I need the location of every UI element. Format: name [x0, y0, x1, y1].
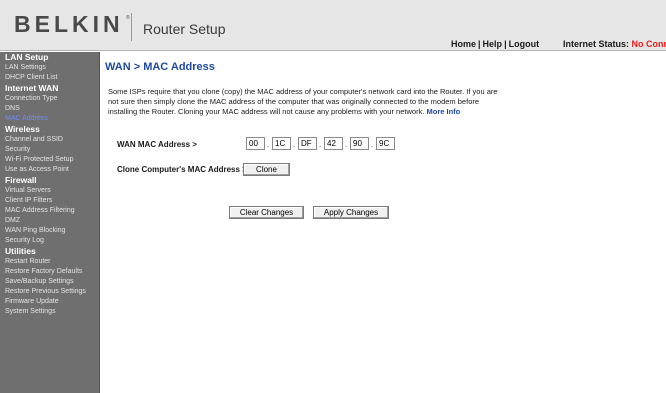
- status-label: Internet Status:: [563, 39, 630, 49]
- clone-button[interactable]: Clone: [243, 163, 290, 176]
- sidebar-item-security-log[interactable]: Security Log: [0, 236, 99, 246]
- sidebar-item-dhcp-client-list[interactable]: DHCP Client List: [0, 73, 99, 83]
- sidebar-item-restore-factory-defaults[interactable]: Restore Factory Defaults: [0, 267, 99, 277]
- sidebar-nav: LAN Setup LAN Settings DHCP Client List Int…: [0, 52, 100, 393]
- more-info-link[interactable]: More Info: [427, 107, 461, 116]
- link-separator: |: [478, 39, 481, 49]
- apply-changes-button[interactable]: Apply Changes: [313, 206, 389, 219]
- wan-mac-label: WAN MAC Address >: [117, 140, 197, 149]
- sidebar-item-firmware-update[interactable]: Firmware Update: [0, 297, 99, 307]
- sidebar-item-security[interactable]: Security: [0, 145, 99, 155]
- mac-separator: .: [345, 140, 348, 149]
- clear-changes-button[interactable]: Clear Changes: [229, 206, 304, 219]
- header-links: Home | Help | Logout: [451, 39, 539, 49]
- sidebar-item-mac-address-filtering[interactable]: MAC Address Filtering: [0, 206, 99, 216]
- belkin-logo: BELKIN: [14, 11, 124, 37]
- sidebar-item-dmz[interactable]: DMZ: [0, 216, 99, 226]
- sidebar-item-wi-fi-protected-setup[interactable]: Wi-Fi Protected Setup: [0, 155, 99, 165]
- sidebar-item-mac-address[interactable]: MAC Address: [0, 114, 99, 124]
- app-title: Router Setup: [143, 21, 226, 37]
- sidebar-item-restore-previous-settings[interactable]: Restore Previous Settings: [0, 287, 99, 297]
- sidebar-section-utilities: Utilities: [5, 246, 36, 256]
- intro-text: Some ISPs require that you clone (copy) …: [108, 87, 508, 117]
- sidebar-item-wan-ping-blocking[interactable]: WAN Ping Blocking: [0, 226, 99, 236]
- sidebar-item-connection-type[interactable]: Connection Type: [0, 94, 99, 104]
- mac-separator: .: [293, 140, 296, 149]
- sidebar-item-lan-settings[interactable]: LAN Settings: [0, 63, 99, 73]
- sidebar-item-channel-and-ssid[interactable]: Channel and SSID: [0, 135, 99, 145]
- clone-mac-label: Clone Computer's MAC Address >: [117, 165, 247, 174]
- mac-separator: .: [319, 140, 322, 149]
- sidebar-section-wireless: Wireless: [5, 124, 40, 134]
- mac-separator: .: [371, 140, 374, 149]
- home-link[interactable]: Home: [451, 39, 476, 49]
- mac-separator: .: [267, 140, 270, 149]
- page-title: WAN > MAC Address: [105, 61, 215, 73]
- mac-octet-4-input[interactable]: 42: [324, 137, 343, 150]
- sidebar-section-lan-setup: LAN Setup: [5, 52, 49, 62]
- registered-mark: ®: [126, 15, 130, 21]
- mac-octet-5-input[interactable]: 90: [350, 137, 369, 150]
- status-value: No Connection: [631, 39, 666, 49]
- mac-octet-2-input[interactable]: 1C: [272, 137, 291, 150]
- header-divider: [131, 13, 132, 41]
- sidebar-item-use-as-access-point[interactable]: Use as Access Point: [0, 165, 99, 175]
- sidebar-item-dns[interactable]: DNS: [0, 104, 99, 114]
- header-bar: BELKIN ® Router Setup Home | Help | Logout I…: [0, 0, 666, 51]
- internet-status: Internet Status: No Connection: [563, 39, 666, 49]
- sidebar-item-save-backup-settings[interactable]: Save/Backup Settings: [0, 277, 99, 287]
- sidebar-item-system-settings[interactable]: System Settings: [0, 307, 99, 317]
- sidebar-section-internet-wan[interactable]: Internet WAN: [0, 83, 99, 94]
- logout-link[interactable]: Logout: [509, 39, 540, 49]
- link-separator: |: [504, 39, 507, 49]
- sidebar-item-restart-router[interactable]: Restart Router: [0, 257, 99, 267]
- sidebar-section-firewall: Firewall: [5, 175, 37, 185]
- sidebar-item-client-ip-filters[interactable]: Client IP Filters: [0, 196, 99, 206]
- mac-octet-1-input[interactable]: 00: [246, 137, 265, 150]
- mac-octet-3-input[interactable]: DF: [298, 137, 317, 150]
- sidebar-item-virtual-servers[interactable]: Virtual Servers: [0, 186, 99, 196]
- main-content: WAN > MAC Address Some ISPs require that…: [105, 52, 666, 393]
- mac-octet-6-input[interactable]: 9C: [376, 137, 395, 150]
- help-link[interactable]: Help: [483, 39, 503, 49]
